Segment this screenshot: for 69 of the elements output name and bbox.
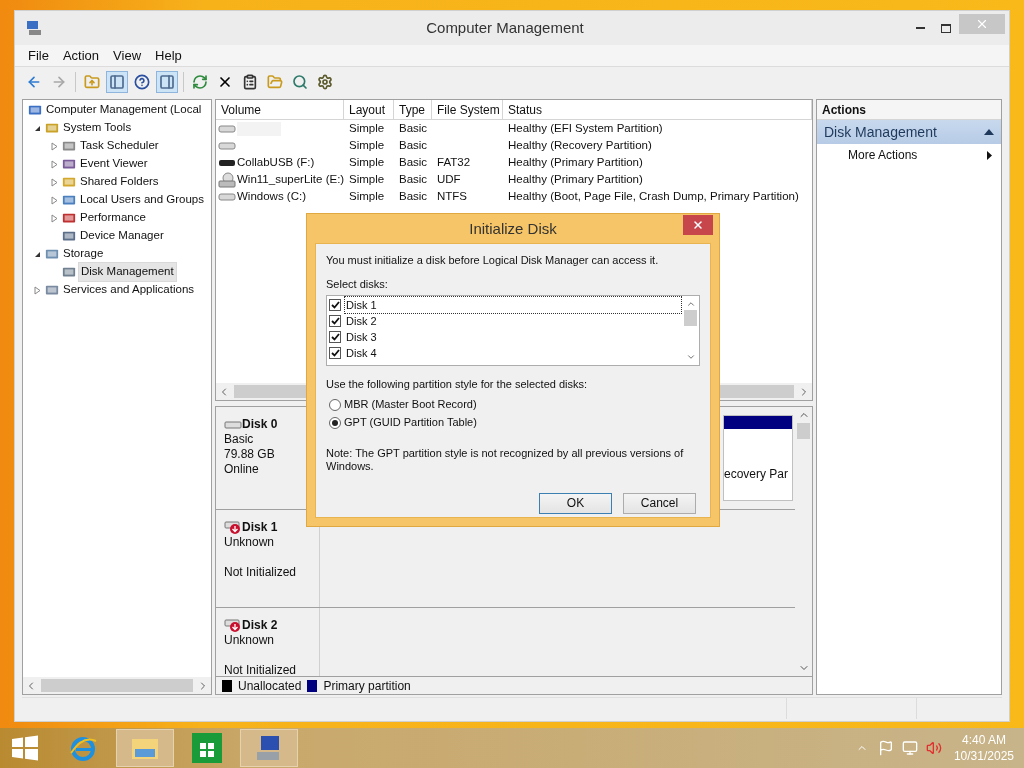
table-cell: Basic <box>399 121 428 134</box>
disk-status: Not Initialized <box>224 565 298 580</box>
tree-item[interactable]: Local Users and Groups <box>78 191 206 209</box>
column-header[interactable]: Volume <box>216 100 344 119</box>
partition-block[interactable]: ecovery Par <box>723 415 793 501</box>
tree-item[interactable]: Storage <box>61 245 106 263</box>
window-title: Computer Management <box>425 17 585 38</box>
menu-item[interactable]: Help <box>150 45 187 66</box>
table-cell: UDF <box>437 172 461 185</box>
dialog-message: You must initialize a disk before Logical Disk Manager can access it. <box>326 253 660 268</box>
disk-status: Not Initialized <box>224 663 298 676</box>
table-cell: Healthy (Primary Partition) <box>508 172 643 185</box>
radio-label: MBR (Master Boot Record) <box>344 397 477 413</box>
table-cell-text: Windows (C:) <box>237 188 306 204</box>
column-header[interactable]: Status <box>503 100 812 119</box>
radio-label: GPT (GUID Partition Table) <box>344 415 477 431</box>
disk-status: Online <box>224 462 260 477</box>
tree-item[interactable]: Shared Folders <box>78 173 161 191</box>
partition-label: ecovery Par <box>724 466 790 483</box>
pane-title: Actions <box>822 101 866 119</box>
table-cell: Basic <box>399 172 428 185</box>
tree-item[interactable]: Disk Management <box>78 262 177 282</box>
tree-item[interactable]: Device Manager <box>78 227 166 245</box>
disk-type: Unknown <box>224 633 276 648</box>
tree-item[interactable]: Task Scheduler <box>78 137 161 155</box>
disk-type: Basic <box>224 432 255 447</box>
disk-name: Disk 2 <box>242 618 278 633</box>
table-cell: Basic <box>399 138 428 151</box>
select-disks-label: Select disks: <box>326 276 389 292</box>
disk-name: Disk 1 <box>242 520 278 535</box>
table-cell: Healthy (Recovery Partition) <box>508 138 652 151</box>
note-text: Note: The GPT partition style is not recognized by all previous versions of Windows. <box>326 446 685 473</box>
disk-type: Unknown <box>224 535 276 550</box>
tree-item[interactable]: Services and Applications <box>61 281 197 299</box>
table-cell: Basic <box>399 155 428 168</box>
table-cell-text: Win11_superLite (E:) <box>237 171 345 187</box>
disk-name: Disk 0 <box>242 417 278 432</box>
table-cell: Basic <box>399 189 428 202</box>
table-cell: Healthy (Boot, Page File, Crash Dump, Primary Partition) <box>508 189 799 202</box>
column-header[interactable]: File System <box>432 100 503 119</box>
table-cell: Simple <box>349 172 385 185</box>
disk-size: 79.88 GB <box>224 447 276 462</box>
legend-label: Primary partition <box>323 677 411 695</box>
dialog-title: Initialize Disk <box>469 219 557 240</box>
table-cell: Simple <box>349 155 385 168</box>
dialog-button[interactable]: Cancel <box>623 492 696 514</box>
tree-item[interactable]: Event Viewer <box>78 155 150 173</box>
menu-item[interactable]: View <box>108 45 147 66</box>
table-cell: NTFS <box>437 189 468 202</box>
table-cell-text: CollabUSB (F:) <box>237 154 315 170</box>
table-cell: Healthy (EFI System Partition) <box>508 121 663 134</box>
partition-style-label: Use the following partition style for the selected disks: <box>326 377 589 392</box>
disk-list-item[interactable]: Disk 1 <box>344 295 682 315</box>
menu-item[interactable]: Action <box>57 45 105 66</box>
table-cell: Simple <box>349 121 385 134</box>
table-cell: Simple <box>349 189 385 202</box>
tree-item[interactable]: Performance <box>78 209 148 227</box>
legend-label: Unallocated <box>238 677 302 695</box>
table-cell: FAT32 <box>437 155 471 168</box>
actions-section-header[interactable]: Disk Management <box>817 120 1001 144</box>
table-cell: Simple <box>349 138 385 151</box>
tree-item[interactable]: System Tools <box>61 119 134 137</box>
tree-item[interactable]: Computer Management (Local <box>44 101 204 119</box>
menu-item[interactable]: File <box>23 45 54 66</box>
column-header[interactable]: Type <box>394 100 432 119</box>
dialog-button[interactable]: OK <box>539 492 612 514</box>
table-cell: Healthy (Primary Partition) <box>508 155 643 168</box>
action-item[interactable]: More Actions <box>817 144 1001 166</box>
column-header[interactable]: Layout <box>344 100 394 119</box>
